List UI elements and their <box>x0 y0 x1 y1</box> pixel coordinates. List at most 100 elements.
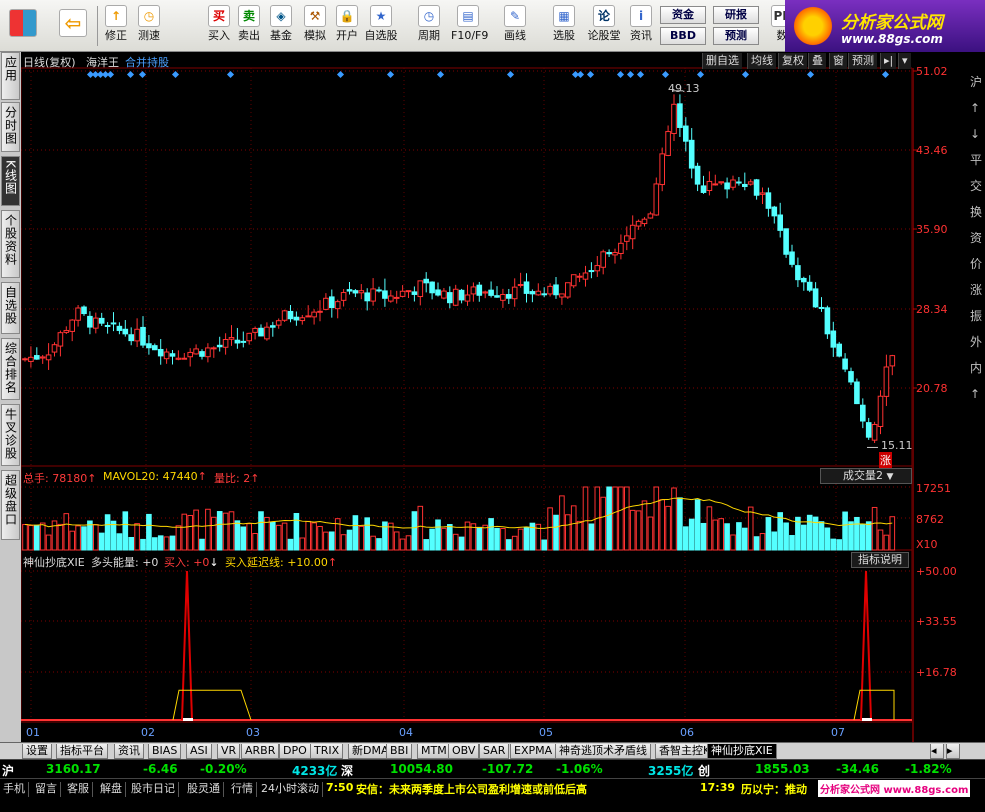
indicator-tab[interactable]: 资讯 <box>114 744 144 759</box>
candle-body <box>535 290 542 296</box>
toolbar-button[interactable]: ✎ 画线 <box>498 3 532 49</box>
toolbar-button[interactable]: ↑ 修正 <box>99 3 133 49</box>
indicator-tab[interactable]: DPO <box>279 744 311 759</box>
status-item[interactable]: 客服 <box>64 782 93 797</box>
candle-body <box>470 286 477 295</box>
toolbar-button[interactable]: 卖卖出 <box>232 3 266 49</box>
volume-bar <box>270 521 276 551</box>
volume-bar <box>523 527 530 551</box>
left-tab-3[interactable]: 个股资料 <box>1 210 20 278</box>
indicator-tab[interactable]: ASI <box>186 744 212 759</box>
indicator-tab[interactable]: VR <box>217 744 241 759</box>
indicator-tab[interactable]: TRIX <box>310 744 344 759</box>
status-item[interactable]: 股市日记 <box>128 782 179 797</box>
volume-bar <box>789 535 795 551</box>
kline-chart[interactable]: 01 02 03 04 05 06 07 <box>21 52 912 742</box>
volume-bar <box>317 525 323 551</box>
toolbar-button-label: 资讯 <box>630 29 652 42</box>
fund-button[interactable]: 资金 <box>660 6 706 24</box>
tab-scroll-left-icon[interactable]: ◂ <box>930 744 944 759</box>
merge-holdings-link[interactable]: 合并持股 <box>125 54 169 70</box>
left-tab-2[interactable]: K线图 <box>1 156 20 206</box>
chart-menu-item[interactable]: 删自选 <box>702 53 742 69</box>
chart-menu-item[interactable]: 均线 <box>747 53 776 69</box>
toolbar-button[interactable]: 论论股堂 <box>587 3 621 49</box>
left-tab-7[interactable]: 超级盘口 <box>1 470 20 540</box>
toolbar-button[interactable]: i 资讯 <box>624 3 658 49</box>
status-item[interactable]: 24小时滚动 <box>258 782 323 797</box>
toolbar-button-label: 基金 <box>270 29 292 42</box>
candle-body <box>329 296 335 309</box>
indicator-help-button[interactable]: 指标说明 <box>851 552 909 568</box>
toolbar-button[interactable]: ◷ 周期 <box>412 3 446 49</box>
speed-icon: ◷ <box>138 5 160 27</box>
candle-body <box>122 328 129 335</box>
candle-body <box>842 358 848 370</box>
candle-body <box>222 339 229 348</box>
toolbar-button[interactable]: ◷ 测速 <box>132 3 166 49</box>
indicator-tab[interactable]: OBV <box>448 744 480 759</box>
chart-menu-item[interactable]: 预测 <box>848 53 877 69</box>
indicator-tab[interactable]: 指标平台 <box>56 744 108 759</box>
indicator-tab[interactable]: EXPMA <box>510 744 557 759</box>
candle-body <box>45 354 52 361</box>
left-tab-label: 分时图 <box>3 106 18 145</box>
status-item[interactable]: 行情 <box>228 782 257 797</box>
research-button[interactable]: 研报 <box>713 6 759 24</box>
candle-body <box>81 306 87 315</box>
tab-scroll-right-icon[interactable]: ▸ <box>946 744 960 759</box>
indicator-tab[interactable]: 神仙抄底XIE <box>707 744 777 759</box>
volume-bar <box>694 499 701 551</box>
back-icon[interactable]: ⇦ <box>56 3 90 49</box>
toolbar-button[interactable]: 🔒 开户 <box>330 3 364 49</box>
toolbar-button[interactable]: ▦ 选股 <box>547 3 581 49</box>
indicator-tab[interactable]: ARBR <box>241 744 280 759</box>
chart-menu-item[interactable]: 叠 <box>808 53 826 69</box>
indicator-tab[interactable]: BIAS <box>148 744 182 759</box>
status-item[interactable]: 留言 <box>32 782 61 797</box>
forecast-button[interactable]: 预测 <box>713 27 759 45</box>
volume-bar <box>541 539 548 551</box>
bbd-button[interactable]: BBD <box>660 27 706 45</box>
news-headline[interactable]: 安信：未来两季度上市公司盈利增速或前低后高 <box>356 781 587 797</box>
candle-body <box>211 347 217 350</box>
left-tab-0[interactable]: 应用 <box>1 52 20 100</box>
toolbar-button[interactable]: ⚒ 模拟 <box>298 3 332 49</box>
indicator-tab[interactable]: 设置 <box>22 744 52 759</box>
toolbar-button-label: 开户 <box>336 29 358 42</box>
volume-bar <box>801 524 807 551</box>
status-item[interactable]: 解盘 <box>97 782 126 797</box>
sz-amount: 3255亿 <box>648 764 694 778</box>
volume-bar <box>411 511 418 551</box>
candle-body <box>69 319 76 332</box>
toolbar-button[interactable]: ▤ F10/F9 <box>451 3 488 49</box>
side-quote-label: 振 <box>970 309 982 323</box>
chart-menu-item[interactable]: 窗 <box>829 53 847 69</box>
indicator-tab[interactable]: 神奇逃顶术矛盾线 <box>555 744 651 759</box>
expand-icon[interactable]: ▸| <box>880 53 897 69</box>
indicator-tab[interactable]: SAR <box>479 744 510 759</box>
chart-area[interactable]: 01 02 03 04 05 06 07 日线(复权) 海洋王 合并持股 49.13 15.… <box>21 52 913 742</box>
left-tab-4[interactable]: 自选股 <box>1 282 20 334</box>
status-item[interactable]: 股灵通 <box>184 782 224 797</box>
candle-body <box>553 284 559 296</box>
left-tab-6[interactable]: 牛叉诊股 <box>1 404 20 466</box>
candle-body <box>860 404 866 422</box>
grid-icon[interactable] <box>4 3 42 49</box>
volume-indicator-select[interactable]: 成交量2 ▼ <box>820 468 912 484</box>
indicator-tab[interactable]: MTM <box>417 744 451 759</box>
left-tab-5[interactable]: 综合排名 <box>1 338 20 400</box>
toolbar-button[interactable]: ◈ 基金 <box>264 3 298 49</box>
news-headline-2[interactable]: 历以宁：推动 <box>741 781 807 797</box>
candle-body <box>871 423 878 441</box>
chart-menu-item[interactable]: 复权 <box>778 53 807 69</box>
toolbar-button[interactable]: 买买入 <box>202 3 236 49</box>
candle-body <box>323 297 329 310</box>
toolbar-button[interactable]: ★ 自选股 <box>364 3 398 49</box>
status-item[interactable]: 手机 <box>0 782 29 797</box>
left-tab-1[interactable]: 分时图 <box>1 102 20 152</box>
volume-bar <box>730 534 736 551</box>
indicator-tab[interactable]: BBI <box>386 744 413 759</box>
menu-dropdown-icon[interactable]: ▾ <box>898 53 911 69</box>
candle-body <box>234 339 241 344</box>
